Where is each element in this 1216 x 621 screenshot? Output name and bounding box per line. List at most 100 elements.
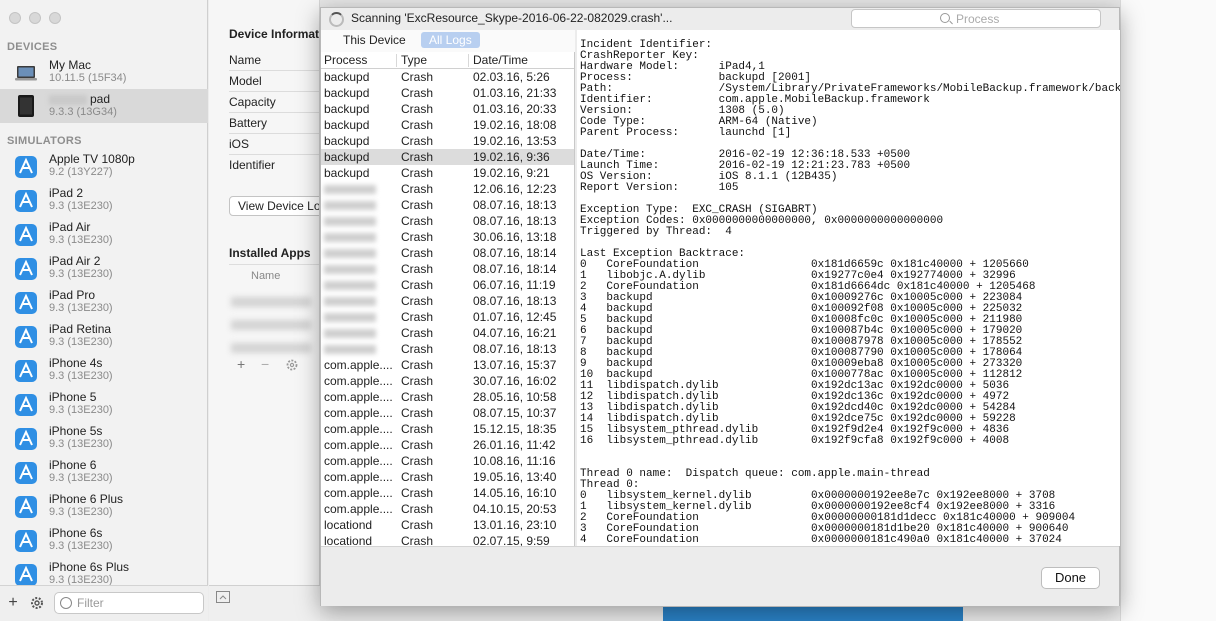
cell-type: Crash bbox=[401, 406, 434, 420]
close-window-button[interactable] bbox=[9, 12, 21, 24]
simulator-name: iPhone 6 bbox=[49, 458, 97, 472]
table-row[interactable]: com.apple.... Crash 08.07.15, 10:37 bbox=[321, 405, 574, 421]
process-search-input[interactable]: Process bbox=[851, 9, 1101, 28]
app-settings-gear-icon[interactable] bbox=[285, 358, 299, 372]
table-row[interactable]: com.apple.... Crash 26.01.16, 11:42 bbox=[321, 437, 574, 453]
app-row-redacted bbox=[231, 343, 311, 353]
sidebar-simulator-item[interactable]: iPad Retina 9.3 (13E230) bbox=[0, 319, 208, 353]
table-row[interactable]: com.apple.... Crash 15.12.15, 18:35 bbox=[321, 421, 574, 437]
cell-type: Crash bbox=[401, 262, 434, 276]
cell-date: 08.07.16, 18:13 bbox=[473, 342, 557, 356]
sidebar-simulator-item[interactable]: iPad Air 9.3 (13E230) bbox=[0, 217, 208, 251]
cell-date: 19.02.16, 9:21 bbox=[473, 166, 550, 180]
cell-date: 10.08.16, 11:16 bbox=[473, 454, 556, 468]
table-row[interactable]: Crash 08.07.16, 18:13 bbox=[321, 197, 574, 213]
table-row[interactable]: Crash 08.07.16, 18:13 bbox=[321, 293, 574, 309]
table-row[interactable]: locationd Crash 13.01.16, 23:10 bbox=[321, 517, 574, 533]
table-row[interactable]: backupd Crash 02.03.16, 5:26 bbox=[321, 69, 574, 85]
add-app-button[interactable]: + bbox=[237, 356, 245, 372]
table-row[interactable]: Crash 30.06.16, 13:18 bbox=[321, 229, 574, 245]
sidebar-simulator-item[interactable]: iPhone 5s 9.3 (13E230) bbox=[0, 421, 208, 455]
table-row[interactable]: com.apple.... Crash 28.05.16, 10:58 bbox=[321, 389, 574, 405]
crash-report-view[interactable]: Incident Identifier: CrashReporter Key: Ha… bbox=[577, 30, 1120, 546]
column-header-process[interactable]: Process bbox=[324, 53, 367, 67]
toggle-console-icon[interactable] bbox=[216, 591, 230, 603]
search-placeholder: Process bbox=[956, 12, 1000, 26]
table-row[interactable]: Crash 01.07.16, 12:45 bbox=[321, 309, 574, 325]
table-row[interactable]: Crash 08.07.16, 18:13 bbox=[321, 341, 574, 357]
crash-log-table: Process Type Date/Time backupd Crash 02.03… bbox=[321, 52, 575, 546]
cell-type: Crash bbox=[401, 70, 434, 84]
sidebar-simulator-item[interactable]: iPhone 6 Plus 9.3 (13E230) bbox=[0, 489, 208, 523]
table-row[interactable]: backupd Crash 01.03.16, 21:33 bbox=[321, 85, 574, 101]
table-row[interactable]: backupd Crash 19.02.16, 9:36 bbox=[321, 149, 574, 165]
add-device-button[interactable]: + bbox=[4, 594, 22, 612]
simulator-version: 9.3 (13E230) bbox=[49, 506, 113, 518]
sidebar-device-my-mac[interactable]: My Mac 10.11.5 (15F34) bbox=[0, 55, 208, 89]
sidebar-simulator-item[interactable]: Apple TV 1080p 9.2 (13Y227) bbox=[0, 149, 208, 183]
cell-date: 08.07.16, 18:13 bbox=[473, 294, 557, 308]
cell-process: com.apple.... bbox=[324, 486, 393, 500]
column-separator bbox=[396, 54, 397, 67]
gear-icon[interactable] bbox=[28, 594, 46, 612]
table-row[interactable]: com.apple.... Crash 10.08.16, 11:16 bbox=[321, 453, 574, 469]
simulator-app-icon bbox=[15, 496, 37, 518]
zoom-window-button[interactable] bbox=[49, 12, 61, 24]
table-row[interactable]: com.apple.... Crash 19.05.16, 13:40 bbox=[321, 469, 574, 485]
table-row[interactable]: Crash 12.06.16, 12:23 bbox=[321, 181, 574, 197]
cell-type: Crash bbox=[401, 534, 434, 546]
cell-date: 04.07.16, 16:21 bbox=[473, 326, 557, 340]
table-row[interactable]: Crash 06.07.16, 11:19 bbox=[321, 277, 574, 293]
filter-input[interactable]: Filter bbox=[54, 592, 204, 614]
sidebar-simulator-item[interactable]: iPhone 5 9.3 (13E230) bbox=[0, 387, 208, 421]
tab-this-device[interactable]: This Device bbox=[335, 32, 414, 48]
sidebar-simulator-item[interactable]: iPad Pro 9.3 (13E230) bbox=[0, 285, 208, 319]
simulator-app-icon bbox=[15, 292, 37, 314]
info-row-battery: Battery bbox=[229, 113, 319, 134]
cell-date: 13.07.16, 15:37 bbox=[473, 358, 557, 372]
table-row[interactable]: Crash 08.07.16, 18:13 bbox=[321, 213, 574, 229]
cell-date: 01.03.16, 20:33 bbox=[473, 102, 557, 116]
cell-process-redacted bbox=[324, 294, 376, 309]
table-row[interactable]: backupd Crash 19.02.16, 9:21 bbox=[321, 165, 574, 181]
cell-type: Crash bbox=[401, 422, 434, 436]
table-row[interactable]: backupd Crash 19.02.16, 13:53 bbox=[321, 133, 574, 149]
cell-process: backupd bbox=[324, 134, 370, 148]
simulator-version: 9.3 (13E230) bbox=[49, 268, 113, 280]
cell-date: 15.12.15, 18:35 bbox=[473, 422, 557, 436]
cell-process: com.apple.... bbox=[324, 470, 393, 484]
table-row[interactable]: Crash 08.07.16, 18:14 bbox=[321, 261, 574, 277]
crash-report-line: Triggered by Thread: 4 bbox=[580, 226, 732, 238]
sidebar-simulator-item[interactable]: iPad Air 2 9.3 (13E230) bbox=[0, 251, 208, 285]
table-row[interactable]: backupd Crash 19.02.16, 18:08 bbox=[321, 117, 574, 133]
simulator-name: iPad Air 2 bbox=[49, 254, 101, 268]
done-button[interactable]: Done bbox=[1041, 567, 1100, 589]
sidebar-device-ipad[interactable]: pad 9.3.3 (13G34) bbox=[0, 89, 208, 123]
table-row[interactable]: com.apple.... Crash 04.10.15, 20:53 bbox=[321, 501, 574, 517]
column-header-type[interactable]: Type bbox=[401, 53, 427, 67]
sidebar-simulator-item[interactable]: iPhone 4s 9.3 (13E230) bbox=[0, 353, 208, 387]
minimize-window-button[interactable] bbox=[29, 12, 41, 24]
sidebar-simulator-item[interactable]: iPad 2 9.3 (13E230) bbox=[0, 183, 208, 217]
table-row[interactable]: com.apple.... Crash 14.05.16, 16:10 bbox=[321, 485, 574, 501]
view-device-log-button[interactable]: View Device Log bbox=[229, 196, 319, 216]
cell-type: Crash bbox=[401, 134, 434, 148]
sidebar-simulator-item[interactable]: iPhone 6 9.3 (13E230) bbox=[0, 455, 208, 489]
crash-report-line: 4 CoreFoundation 0x0000000181c490a0 0x18… bbox=[580, 534, 1062, 546]
table-row[interactable]: Crash 08.07.16, 18:14 bbox=[321, 245, 574, 261]
table-row[interactable]: com.apple.... Crash 13.07.16, 15:37 bbox=[321, 357, 574, 373]
simulator-name: iPhone 5s bbox=[49, 424, 103, 438]
remove-app-button[interactable]: − bbox=[261, 356, 269, 372]
column-header-date[interactable]: Date/Time bbox=[473, 53, 528, 67]
sidebar-simulator-item[interactable]: iPhone 6s 9.3 (13E230) bbox=[0, 523, 208, 557]
table-row[interactable]: Crash 04.07.16, 16:21 bbox=[321, 325, 574, 341]
table-row[interactable]: backupd Crash 01.03.16, 20:33 bbox=[321, 101, 574, 117]
table-row[interactable]: locationd Crash 02.07.15, 9:59 bbox=[321, 533, 574, 546]
simulator-name: iPhone 6s Plus bbox=[49, 560, 130, 574]
cell-process: backupd bbox=[324, 70, 370, 84]
cell-type: Crash bbox=[401, 150, 434, 164]
cell-date: 08.07.15, 10:37 bbox=[473, 406, 557, 420]
tab-all-logs[interactable]: All Logs bbox=[421, 32, 480, 48]
cell-date: 19.02.16, 13:53 bbox=[473, 134, 557, 148]
table-row[interactable]: com.apple.... Crash 30.07.16, 16:02 bbox=[321, 373, 574, 389]
